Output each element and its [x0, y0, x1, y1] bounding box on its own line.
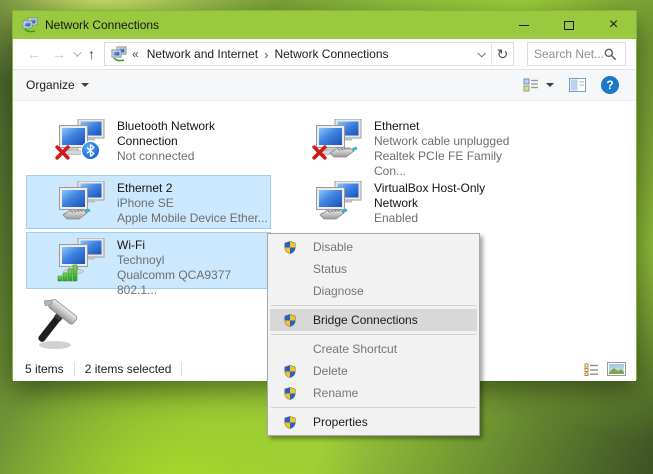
- large-icons-view-toggle-icon[interactable]: [607, 362, 626, 376]
- uac-shield-icon: [282, 312, 298, 328]
- uac-shield-icon: [282, 363, 298, 379]
- address-location-icon: [111, 46, 127, 62]
- uac-shield-icon: [282, 385, 298, 401]
- close-icon: ×: [609, 17, 618, 33]
- breadcrumb-network-and-internet[interactable]: Network and Internet: [143, 47, 262, 61]
- connection-name: Bluetooth Network Connection: [117, 119, 269, 149]
- menu-item-label: Properties: [313, 415, 368, 429]
- menu-item-properties[interactable]: Properties: [270, 411, 477, 433]
- connection-name: Ethernet 2: [117, 181, 269, 196]
- menu-item-status[interactable]: Status: [270, 258, 477, 280]
- menu-separator: [271, 305, 476, 306]
- statusbar-divider: [181, 362, 182, 376]
- connection-status: Not connected: [117, 149, 269, 164]
- menu-item-disable[interactable]: Disable: [270, 236, 477, 258]
- help-icon: ?: [606, 78, 613, 92]
- selected-count: 2 items selected: [85, 362, 172, 376]
- chevron-down-icon: [477, 49, 485, 57]
- uac-shield-icon: [282, 414, 298, 430]
- statusbar-divider: [74, 362, 75, 376]
- ethernet-plug-icon: [61, 207, 91, 225]
- preview-pane-icon[interactable]: [569, 78, 586, 92]
- ethernet-plug-icon: [328, 145, 358, 163]
- connection-name: VirtualBox Host-Only Network: [374, 181, 526, 211]
- refresh-button[interactable]: ↻: [491, 43, 513, 65]
- organize-button[interactable]: Organize: [26, 78, 89, 92]
- breadcrumb-separator-icon: ›: [262, 47, 270, 62]
- search-input[interactable]: [534, 47, 604, 61]
- close-button[interactable]: ×: [591, 11, 636, 39]
- menu-item-label: Diagnose: [313, 284, 364, 298]
- minimize-button[interactable]: [501, 11, 546, 39]
- connection-status: Network cable unplugged: [374, 134, 526, 149]
- menu-item-create-shortcut[interactable]: Create Shortcut: [270, 338, 477, 360]
- organize-label: Organize: [26, 78, 75, 92]
- menu-item-label: Bridge Connections: [313, 313, 418, 327]
- menu-item-label: Status: [313, 262, 347, 276]
- bluetooth-icon: [81, 141, 100, 160]
- connection-tile-virtualbox[interactable]: VirtualBox Host-Only Network Enabled: [283, 175, 528, 229]
- caret-down-icon: [81, 83, 89, 87]
- connection-tile-bluetooth[interactable]: Bluetooth Network Connection Not connect…: [26, 113, 271, 171]
- menu-separator: [271, 334, 476, 335]
- change-view-button[interactable]: [523, 78, 554, 92]
- breadcrumb-network-connections[interactable]: Network Connections: [270, 47, 392, 61]
- recent-locations-dropdown-icon[interactable]: [73, 48, 81, 56]
- menu-item-label: Delete: [313, 364, 348, 378]
- ethernet-plug-icon: [318, 207, 348, 225]
- window-title: Network Connections: [45, 18, 159, 32]
- menu-item-label: Rename: [313, 386, 358, 400]
- up-button[interactable]: ↑: [88, 47, 95, 61]
- forward-button[interactable]: →: [52, 47, 66, 61]
- details-view-icon: [523, 78, 539, 92]
- back-button[interactable]: ←: [27, 47, 41, 61]
- maximize-icon: [564, 21, 574, 30]
- details-view-toggle-icon[interactable]: [584, 363, 599, 376]
- breadcrumb-overflow-icon[interactable]: «: [132, 47, 139, 61]
- menu-item-label: Create Shortcut: [313, 342, 397, 356]
- hammer-icon: [29, 297, 87, 353]
- caret-down-icon: [546, 83, 554, 87]
- disconnected-x-icon: [55, 145, 70, 160]
- menu-item-bridge-connections[interactable]: Bridge Connections: [270, 309, 477, 331]
- connection-status: iPhone SE: [117, 196, 269, 211]
- command-bar: Organize ?: [13, 70, 636, 101]
- connection-tile-wifi[interactable]: Wi-Fi Technoyl Qualcomm QCA9377 802.1...: [26, 232, 271, 289]
- window-icon: [22, 17, 38, 33]
- help-button[interactable]: ?: [601, 76, 619, 94]
- menu-item-delete[interactable]: Delete: [270, 360, 477, 382]
- connection-status: Technoyl: [117, 253, 269, 268]
- address-history-dropdown[interactable]: [471, 43, 491, 65]
- connection-name: Ethernet: [374, 119, 526, 134]
- uac-shield-icon: [282, 239, 298, 255]
- navigation-bar: ← → ↑ « Network and Internet › Network C…: [13, 39, 636, 70]
- connection-name: Wi-Fi: [117, 238, 269, 253]
- address-bar[interactable]: « Network and Internet › Network Connect…: [104, 42, 514, 66]
- connection-tile-ethernet[interactable]: Ethernet Network cable unplugged Realtek…: [283, 113, 528, 171]
- context-menu: Disable Status Diagnose Bridge Connectio…: [267, 233, 480, 436]
- connection-device: Qualcomm QCA9377 802.1...: [117, 268, 269, 298]
- minimize-icon: [519, 25, 529, 26]
- menu-item-rename[interactable]: Rename: [270, 382, 477, 404]
- search-icon: [604, 48, 617, 61]
- wifi-signal-bars-icon: [57, 264, 79, 282]
- maximize-button[interactable]: [546, 11, 591, 39]
- menu-separator: [271, 407, 476, 408]
- search-box[interactable]: [527, 42, 626, 66]
- connection-status: Enabled: [374, 211, 526, 226]
- menu-item-diagnose[interactable]: Diagnose: [270, 280, 477, 302]
- item-count: 5 items: [25, 362, 64, 376]
- disconnected-x-icon: [312, 145, 327, 160]
- connection-device: Apple Mobile Device Ether...: [117, 211, 269, 226]
- title-bar[interactable]: Network Connections ×: [13, 11, 636, 39]
- connection-tile-ethernet-2[interactable]: Ethernet 2 iPhone SE Apple Mobile Device…: [26, 175, 271, 229]
- menu-item-label: Disable: [313, 240, 353, 254]
